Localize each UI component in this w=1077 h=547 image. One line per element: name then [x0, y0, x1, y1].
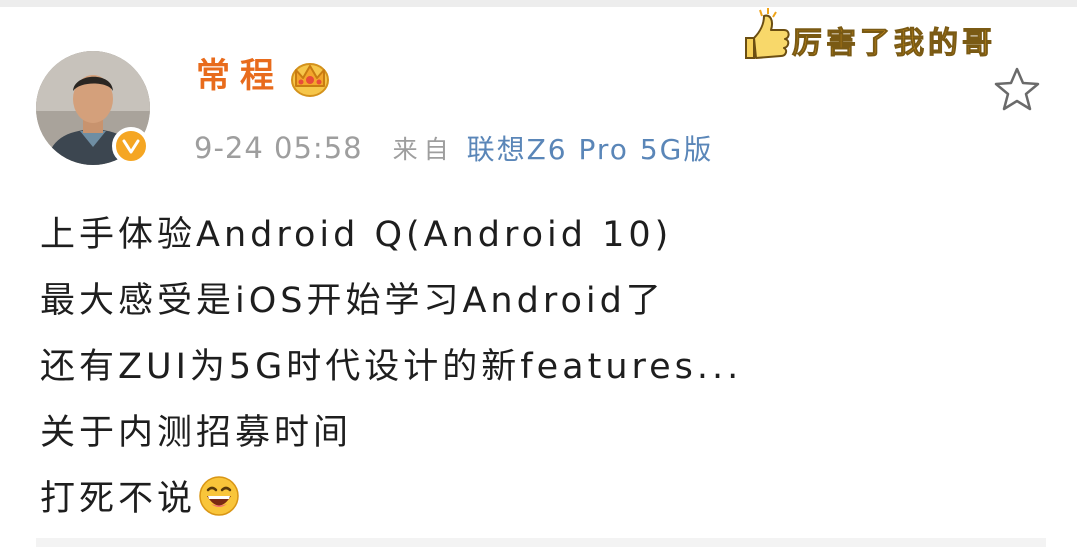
post-line: 最大感受是iOS开始学习Android了 [40, 281, 665, 321]
crown-icon[interactable] [288, 56, 332, 100]
verified-badge-icon [112, 127, 150, 165]
post-timestamp: 9-24 05:58 [194, 131, 363, 165]
author-name[interactable]: 常程 [196, 54, 284, 98]
post-line: 上手体验Android Q(Android 10) [40, 215, 673, 255]
post-line: 还有ZUI为5G时代设计的新features... [40, 347, 743, 387]
post-line-text: 打死不说 [40, 479, 197, 519]
post-meta: 9-24 05:58 来自 联想Z6 Pro 5G版 [194, 128, 713, 168]
source-device-link[interactable]: 联想Z6 Pro 5G版 [467, 128, 714, 168]
source-prefix: 来自 [392, 135, 455, 164]
sticker-text: 厉害了我的哥 [792, 26, 996, 62]
post-line: 关于内测招募时间 [40, 413, 353, 453]
star-outline-icon[interactable] [991, 64, 1043, 116]
bottom-divider [36, 538, 1046, 547]
top-divider [0, 0, 1077, 7]
post-content: 上手体验Android Q(Android 10) 最大感受是iOS开始学习An… [40, 210, 1040, 540]
post-line-last: 打死不说 [40, 474, 1040, 540]
laughing-emoji-icon [198, 475, 240, 517]
weibo-post-card: 常程 9-24 05:58 来自 联想Z6 Pro 5G版 厉害了我的哥 上手体… [0, 0, 1077, 547]
